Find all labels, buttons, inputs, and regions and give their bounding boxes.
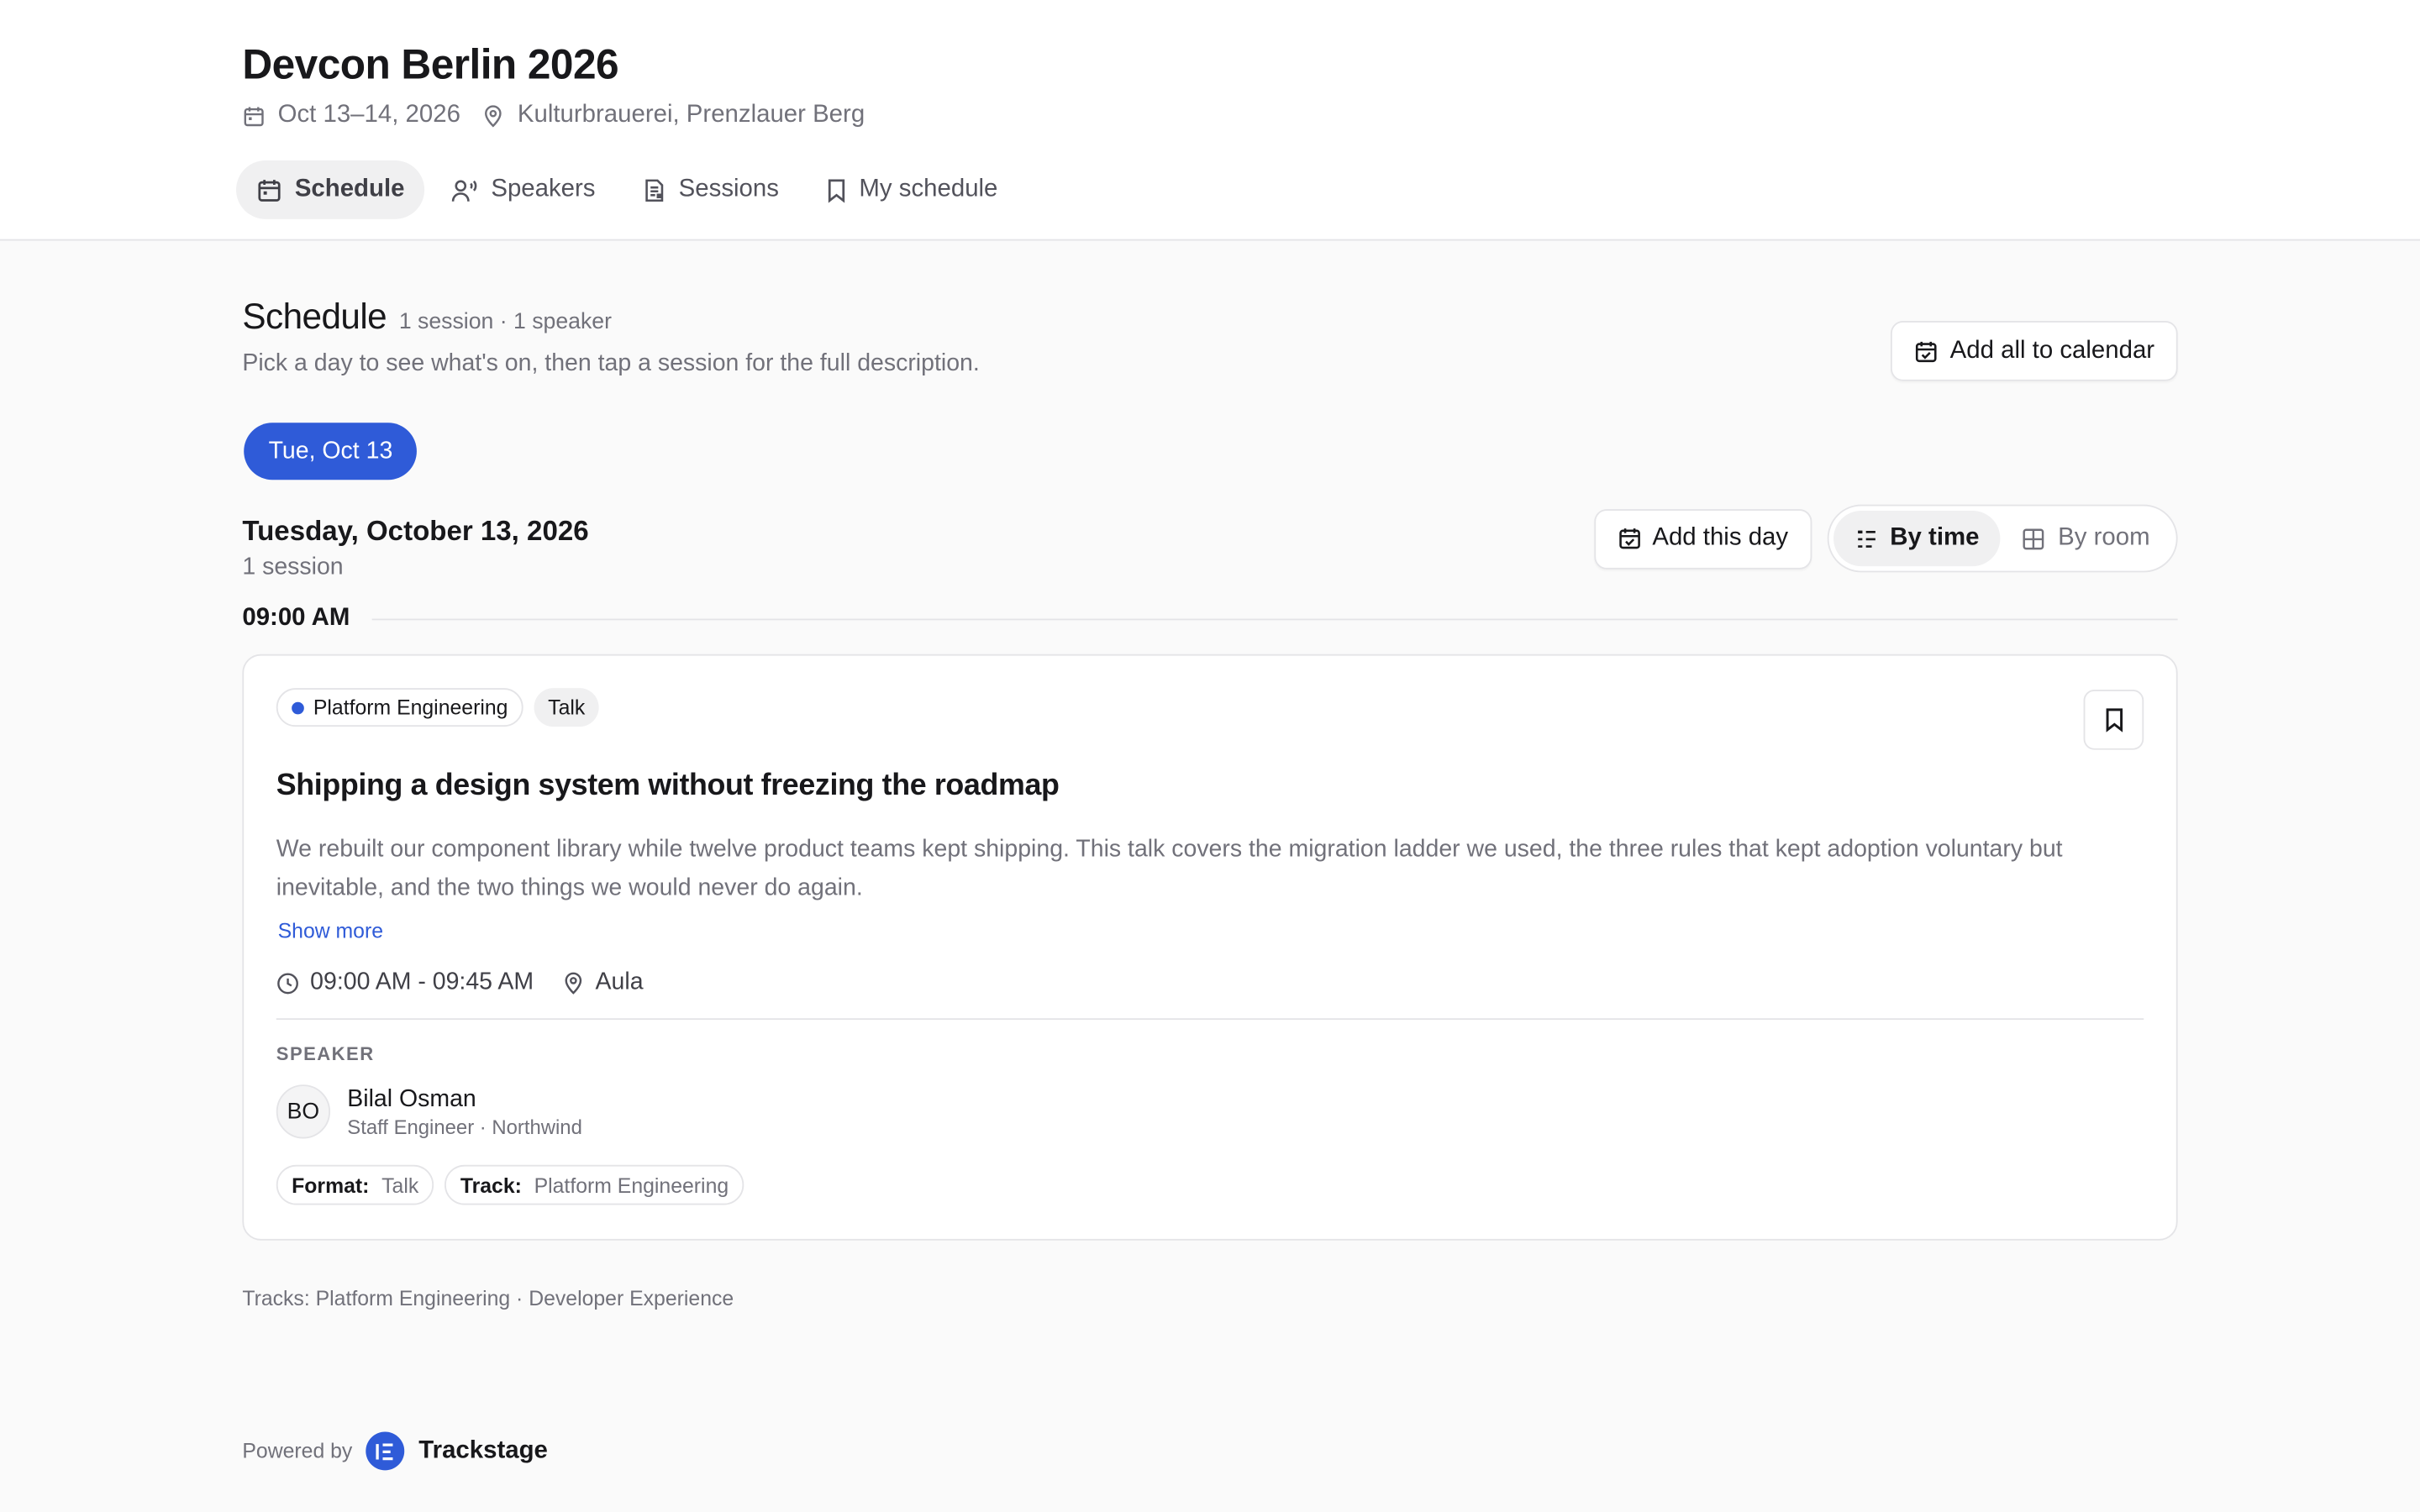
format-chip: Talk [534,688,599,727]
session-room-name: Aula [595,969,644,995]
page: Devcon Berlin 2026 Oct 13–14, 2026 Kultu… [0,0,2420,1512]
powered-by: Powered by Trackstage [242,1431,548,1471]
event-header: Devcon Berlin 2026 Oct 13–14, 2026 Kultu… [0,0,2420,241]
schedule-subtitle: Pick a day to see what's on, then tap a … [242,349,980,377]
tab-label: My schedule [859,176,998,202]
by-room-label: By room [2058,524,2150,551]
sessions-icon [642,176,666,202]
show-more-link[interactable]: Show more [278,920,383,943]
view-by-room-button[interactable]: By room [2001,511,2171,566]
add-this-day-button[interactable]: Add this day [1593,508,1812,569]
day-header: Tuesday, October 13, 2026 1 session Add … [242,504,2178,607]
calendar-check-icon [1914,339,1939,363]
session-meta: 09:00 AM - 09:45 AM Aula [276,969,2144,996]
location-pin-icon [561,970,585,995]
grid-icon [2023,527,2046,550]
tab-my-schedule[interactable]: My schedule [805,160,1018,219]
track-color-dot [292,701,304,714]
add-all-to-calendar-button[interactable]: Add all to calendar [1891,321,2178,381]
event-venue: Kulturbrauerei, Prenzlauer Berg [482,102,865,129]
speaker-icon [451,176,479,202]
calendar-icon [256,176,282,202]
session-card[interactable]: Platform Engineering Talk Shipping a des… [242,654,2178,1241]
track-tag: Track: Platform Engineering [445,1164,744,1205]
bookmark-icon [825,176,847,202]
schedule-header: Schedule 1 session · 1 speaker Pick a da… [242,296,2178,381]
session-time: 09:00 AM - 09:45 AM [276,969,534,996]
tab-label: Sessions [678,176,779,202]
add-all-label: Add all to calendar [1949,337,2155,364]
format-tag: Format: Talk [276,1164,434,1205]
schedule-counts: 1 session · 1 speaker [398,310,612,335]
time-slot-header: 09:00 AM [242,605,2178,633]
speaker-name: Bilal Osman [347,1085,476,1112]
event-dates-text: Oct 13–14, 2026 [277,102,460,129]
speaker-role: Staff Engineer · Northwind [347,1115,582,1138]
view-toggle: By time By room [1827,504,2178,573]
session-description: We rebuilt our component library while t… [276,836,2063,901]
tab-speakers[interactable]: Speakers [431,160,616,219]
track-chip-label: Platform Engineering [313,696,508,719]
time-slot-divider [371,617,2178,620]
powered-by-label: Powered by [242,1439,353,1463]
tag-key: Format: [292,1173,370,1197]
event-dates: Oct 13–14, 2026 [242,102,460,129]
brand-name[interactable]: Trackstage [418,1437,548,1465]
session-title[interactable]: Shipping a design system without freezin… [276,769,2144,804]
add-this-day-label: Add this day [1652,524,1789,551]
event-venue-text: Kulturbrauerei, Prenzlauer Berg [517,102,865,129]
day-actions: Add this day By time By room [1593,504,2178,573]
list-time-icon [1854,527,1878,550]
time-slot-label: 09:00 AM [242,605,350,632]
location-pin-icon [482,103,506,128]
tag-key: Track: [460,1173,522,1197]
event-title: Devcon Berlin 2026 [242,41,619,88]
clock-icon [276,971,300,995]
calendar-check-icon [1617,526,1641,550]
avatar: BO [276,1084,331,1139]
card-divider [276,1018,2144,1021]
schedule-title: Schedule [242,296,387,337]
session-tags: Format: Talk Track: Platform Engineering [276,1164,2144,1205]
event-meta: Oct 13–14, 2026 Kulturbrauerei, Prenzlau… [242,102,2177,129]
bookmark-button[interactable] [2083,690,2144,750]
tag-value: Platform Engineering [534,1173,729,1197]
tab-schedule[interactable]: Schedule [236,160,425,219]
track-chip: Platform Engineering [276,688,523,727]
bookmark-icon [2103,706,2125,732]
tracks-footer: Tracks: Platform Engineering · Developer… [242,1286,734,1310]
session-room: Aula [561,969,644,996]
tab-label: Schedule [294,176,405,202]
schedule-main: Schedule 1 session · 1 speaker Pick a da… [242,241,2178,1310]
session-time-range: 09:00 AM - 09:45 AM [310,969,534,995]
view-by-time-button[interactable]: By time [1833,510,2002,567]
day-pill-tue-oct-13[interactable]: Tue, Oct 13 [244,423,418,480]
speaker-row[interactable]: BO Bilal Osman Staff Engineer · Northwin… [276,1084,2144,1139]
tab-sessions[interactable]: Sessions [622,160,799,219]
tag-value: Talk [381,1173,419,1197]
session-chips: Platform Engineering Talk [276,688,2144,727]
trackstage-logo-icon [366,1431,405,1471]
main-tabs: Schedule Speakers Sessions My schedule [236,160,2178,219]
by-time-label: By time [1890,524,1980,551]
calendar-icon [242,104,266,128]
tab-label: Speakers [491,176,596,202]
speaker-heading: SPEAKER [276,1042,375,1065]
